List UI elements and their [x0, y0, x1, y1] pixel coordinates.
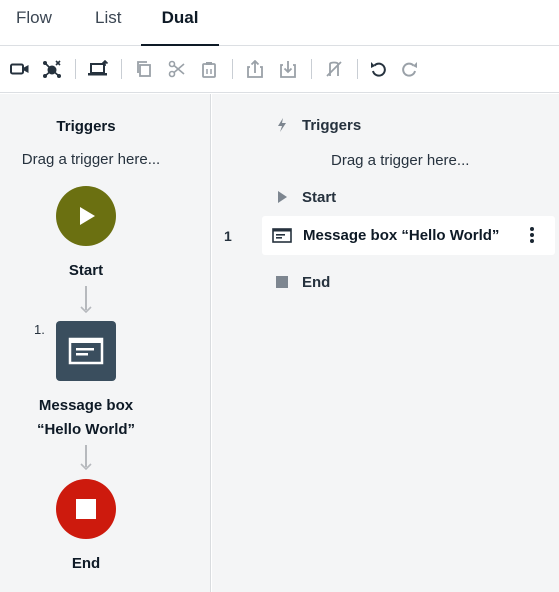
trigger-drop-zone[interactable]: Drag a trigger here...	[0, 151, 182, 168]
video-record-icon[interactable]	[8, 58, 32, 80]
message-box-icon	[272, 227, 292, 243]
toolbar	[0, 46, 559, 93]
extract-icon[interactable]	[243, 58, 267, 80]
end-node[interactable]	[56, 479, 116, 539]
tab-flow[interactable]: Flow	[16, 0, 52, 46]
tab-list[interactable]: List	[95, 0, 121, 46]
insert-icon[interactable]	[276, 58, 300, 80]
line-number: 1	[224, 228, 232, 244]
list-trigger-drop-zone[interactable]: Drag a trigger here...	[331, 152, 469, 169]
paste-icon[interactable]	[197, 58, 221, 80]
bot-connect-icon[interactable]	[40, 58, 64, 80]
copy-icon[interactable]	[132, 58, 156, 80]
start-label: Start	[68, 262, 104, 279]
lightning-icon	[275, 117, 289, 133]
triggers-title: Triggers	[56, 118, 116, 135]
connector-arrow	[80, 445, 92, 475]
laptop-upload-icon[interactable]	[86, 58, 110, 80]
message-box-icon	[68, 337, 104, 365]
start-node[interactable]	[56, 186, 116, 246]
more-options-icon[interactable]	[524, 224, 540, 246]
message-box-node[interactable]	[56, 321, 116, 381]
toolbar-separator	[75, 59, 76, 79]
stop-icon	[276, 276, 288, 288]
toolbar-separator	[232, 59, 233, 79]
redo-icon[interactable]	[397, 58, 421, 80]
message-box-label: Message box	[38, 397, 134, 414]
message-box-row-text: Message box “Hello World”	[303, 227, 500, 244]
connector-arrow	[80, 286, 92, 318]
list-triggers-label[interactable]: Triggers	[302, 117, 361, 134]
list-panel: Triggers Drag a trigger here... Start 1 …	[212, 94, 559, 592]
step-number: 1.	[34, 322, 45, 337]
tab-dual[interactable]: Dual	[141, 0, 219, 46]
disable-icon[interactable]	[322, 58, 346, 80]
toolbar-separator	[311, 59, 312, 79]
play-icon	[80, 207, 95, 225]
undo-icon[interactable]	[367, 58, 391, 80]
toolbar-separator	[121, 59, 122, 79]
list-end-label[interactable]: End	[302, 274, 330, 291]
toolbar-separator	[357, 59, 358, 79]
list-message-box-row[interactable]: Message box “Hello World”	[262, 216, 555, 255]
message-box-value: “Hello World”	[36, 421, 136, 438]
cut-icon[interactable]	[165, 58, 189, 80]
end-label: End	[71, 555, 101, 572]
play-icon	[276, 190, 288, 204]
stop-icon	[76, 499, 96, 519]
flow-panel: Triggers Drag a trigger here... Start 1.…	[0, 94, 211, 592]
view-tabs: Flow List Dual	[0, 0, 559, 46]
list-start-label[interactable]: Start	[302, 189, 336, 206]
